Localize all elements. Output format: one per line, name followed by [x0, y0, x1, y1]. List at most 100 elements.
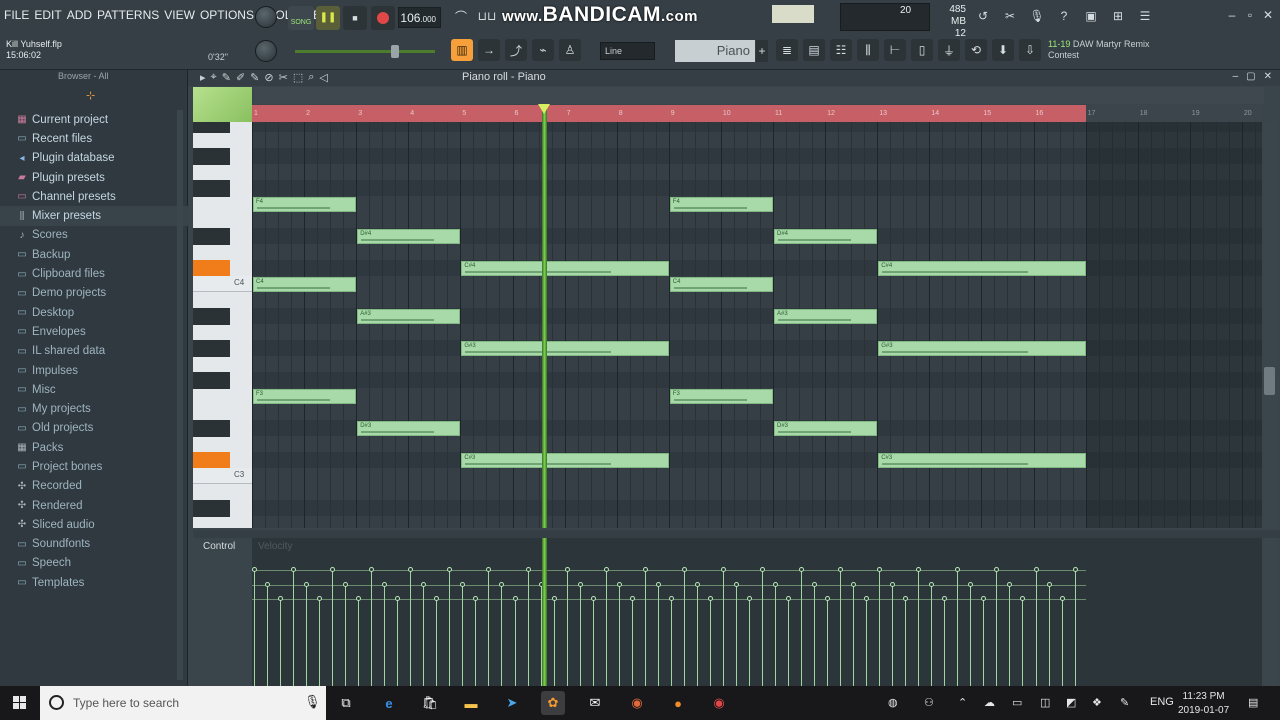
- menu-file[interactable]: FILE: [4, 8, 29, 22]
- file-icon[interactable]: ▯: [911, 39, 933, 61]
- velocity-stem[interactable]: [801, 569, 802, 686]
- menu-options[interactable]: OPTIONS: [200, 8, 254, 22]
- velocity-handle[interactable]: [695, 582, 700, 587]
- record-button[interactable]: [371, 6, 395, 30]
- splitter[interactable]: [193, 530, 1280, 538]
- keyboard-typing-icon[interactable]: ▥: [451, 39, 473, 61]
- tempo-display[interactable]: 106.000: [398, 7, 441, 28]
- app-icon[interactable]: ➤: [500, 691, 524, 715]
- velocity-stem[interactable]: [619, 584, 620, 686]
- velocity-stem[interactable]: [658, 584, 659, 686]
- plugin-picker-icon[interactable]: ⊞: [1107, 5, 1129, 27]
- link-icon[interactable]: ⌁: [532, 39, 554, 61]
- highlight-key[interactable]: [193, 260, 230, 277]
- plug-icon[interactable]: ⏚: [938, 39, 960, 61]
- maximize-icon[interactable]: ▢: [1246, 71, 1255, 82]
- piano-roll-icon[interactable]: ▤: [803, 39, 825, 61]
- note-f4[interactable]: F4: [669, 197, 773, 212]
- metronome-icon[interactable]: ⌒: [450, 5, 472, 27]
- plugin-tree-icon[interactable]: ⊢: [884, 39, 906, 61]
- paint-icon[interactable]: ✐: [236, 71, 245, 84]
- velocity-handle[interactable]: [760, 567, 765, 572]
- browser-item-rendered[interactable]: ✣ Rendered: [0, 496, 188, 515]
- control-label[interactable]: Control: [193, 538, 252, 556]
- velocity-lane[interactable]: [252, 538, 1262, 686]
- master-volume-slider[interactable]: [295, 45, 435, 58]
- velocity-stem[interactable]: [1036, 569, 1037, 686]
- velocity-stem[interactable]: [684, 569, 685, 686]
- velocity-handle[interactable]: [1047, 582, 1052, 587]
- velocity-stem[interactable]: [1009, 584, 1010, 686]
- velocity-handle[interactable]: [994, 567, 999, 572]
- velocity-stem[interactable]: [632, 598, 633, 686]
- scissors-icon[interactable]: ✂: [999, 5, 1021, 27]
- browser-item-my-projects[interactable]: ▭ My projects: [0, 399, 188, 418]
- vertical-scrollbar[interactable]: [1262, 122, 1277, 528]
- velocity-stem[interactable]: [332, 569, 333, 686]
- velocity-handle[interactable]: [851, 582, 856, 587]
- velocity-stem[interactable]: [462, 584, 463, 686]
- bandicam-icon[interactable]: ◉: [707, 691, 731, 715]
- velocity-stem[interactable]: [528, 569, 529, 686]
- velocity-handle[interactable]: [369, 567, 374, 572]
- slide-icon[interactable]: ⤴: [505, 39, 527, 61]
- note-f3[interactable]: F3: [669, 389, 773, 404]
- browser-item-plugin-database[interactable]: ◂ Plugin database: [0, 149, 188, 168]
- volume-icon[interactable]: ◫: [1040, 696, 1050, 709]
- black-key[interactable]: [193, 180, 230, 197]
- black-key[interactable]: [193, 122, 230, 133]
- velocity-stem[interactable]: [671, 598, 672, 686]
- velocity-stem[interactable]: [697, 584, 698, 686]
- velocity-stem[interactable]: [1062, 598, 1063, 686]
- note-gs3[interactable]: G#3: [461, 341, 669, 356]
- stamp-icon[interactable]: ♙: [559, 39, 581, 61]
- velocity-handle[interactable]: [864, 596, 869, 601]
- velocity-handle[interactable]: [447, 567, 452, 572]
- velocity-handle[interactable]: [395, 596, 400, 601]
- velocity-stem[interactable]: [423, 584, 424, 686]
- velocity-stem[interactable]: [306, 584, 307, 686]
- slice-icon[interactable]: ✂: [279, 71, 288, 84]
- velocity-stem[interactable]: [515, 598, 516, 686]
- velocity-stem[interactable]: [814, 584, 815, 686]
- mixer-icon[interactable]: ⫼: [857, 39, 879, 61]
- media-icon[interactable]: ◉: [625, 691, 649, 715]
- black-key[interactable]: [193, 308, 230, 325]
- browser-item-plugin-presets[interactable]: ▰ Plugin presets: [0, 168, 188, 187]
- menu-view[interactable]: VIEW: [164, 8, 195, 22]
- browser-item-desktop[interactable]: ▭ Desktop: [0, 303, 188, 322]
- velocity-stem[interactable]: [827, 598, 828, 686]
- browser-item-misc[interactable]: ▭ Misc: [0, 380, 188, 399]
- tempo-tap-icon[interactable]: ⟲: [965, 39, 987, 61]
- note-as3[interactable]: A#3: [774, 309, 878, 324]
- note-gs3[interactable]: G#3: [878, 341, 1086, 356]
- note-c4[interactable]: C4: [669, 277, 773, 292]
- velocity-handle[interactable]: [434, 596, 439, 601]
- velocity-handle[interactable]: [617, 582, 622, 587]
- wait-input-icon[interactable]: ⊔⊔: [476, 5, 498, 27]
- velocity-handle[interactable]: [1060, 596, 1065, 601]
- export-icon[interactable]: ⇩: [1019, 39, 1041, 61]
- velocity-stem[interactable]: [384, 584, 385, 686]
- snap-select[interactable]: Line: [600, 42, 655, 60]
- mail-icon[interactable]: ✉: [583, 691, 607, 715]
- velocity-stem[interactable]: [905, 598, 906, 686]
- control-scrollbar[interactable]: [1262, 538, 1277, 686]
- browser-item-sliced-audio[interactable]: ✣ Sliced audio: [0, 515, 188, 534]
- browser-item-templates[interactable]: ▭ Templates: [0, 573, 188, 592]
- black-key[interactable]: [193, 420, 230, 437]
- browser-scrollbar[interactable]: [177, 110, 183, 680]
- browser-item-scores[interactable]: ♪ Scores: [0, 226, 188, 245]
- browser-item-mixer-presets[interactable]: ⫼ Mixer presets: [0, 206, 188, 226]
- black-key[interactable]: [193, 340, 230, 357]
- help-icon[interactable]: ?: [1053, 5, 1075, 27]
- velocity-handle[interactable]: [513, 596, 518, 601]
- magnet-icon[interactable]: ⌖: [211, 71, 217, 84]
- velocity-handle[interactable]: [786, 596, 791, 601]
- minimize-icon[interactable]: –: [1226, 8, 1238, 22]
- note-c4[interactable]: C4: [253, 277, 357, 292]
- minimize-icon[interactable]: –: [1233, 71, 1239, 82]
- velocity-stem[interactable]: [267, 584, 268, 686]
- cloud-icon[interactable]: ☁: [984, 696, 995, 709]
- note-cs3[interactable]: C#3: [878, 453, 1086, 468]
